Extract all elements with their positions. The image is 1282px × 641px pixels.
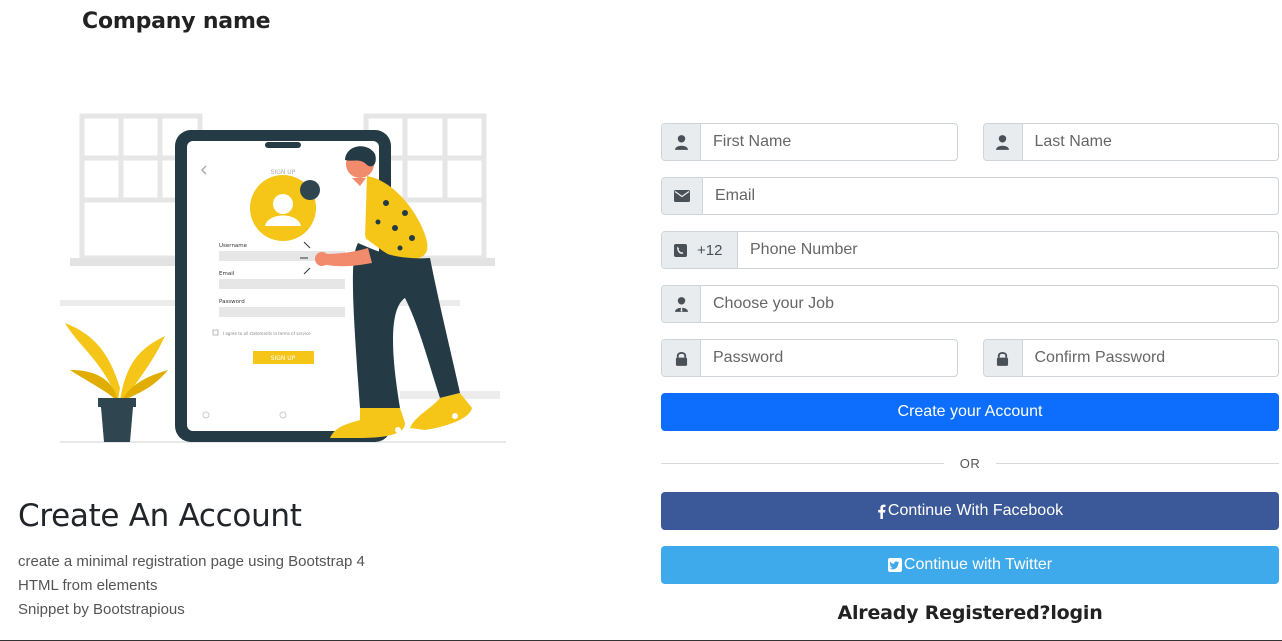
- registration-form: +12 Create your Account OR: [661, 123, 1279, 624]
- confirm-password-group: [982, 339, 1279, 377]
- lock-icon: [983, 340, 1023, 376]
- name-row: [661, 123, 1279, 161]
- or-label: OR: [959, 455, 981, 471]
- first-name-input[interactable]: [701, 124, 957, 160]
- illus-username-label: Username: [219, 243, 248, 249]
- facebook-button-label: Continue With Facebook: [887, 502, 1064, 519]
- twitter-button[interactable]: Continue with Twitter: [661, 546, 1279, 584]
- job-row: [661, 285, 1279, 323]
- phone-row: +12: [661, 231, 1279, 269]
- divider-line: [661, 462, 944, 464]
- confirm-password-input[interactable]: [1022, 340, 1278, 376]
- login-prompt: Already Registered?login: [661, 602, 1279, 624]
- phone-group: +12: [661, 231, 1279, 269]
- phone-prefix: +12: [662, 232, 738, 268]
- facebook-button[interactable]: Continue With Facebook: [661, 492, 1279, 530]
- divider-line: [996, 462, 1279, 464]
- intro-section: Create An Account create a minimal regis…: [18, 498, 578, 622]
- last-name-input[interactable]: [1022, 124, 1278, 160]
- twitter-button-label: Continue with Twitter: [903, 556, 1053, 573]
- country-code: +12: [697, 241, 723, 259]
- email-input[interactable]: [703, 178, 1278, 214]
- page-title: Create An Account: [18, 498, 302, 534]
- email-group: [661, 177, 1279, 215]
- facebook-icon: [878, 504, 886, 519]
- phone-icon: [674, 243, 687, 257]
- signup-illustration: SIGN UP Username Email Password I agree …: [60, 113, 506, 443]
- plant-graphic: [65, 323, 168, 442]
- create-account-button[interactable]: Create your Account: [661, 393, 1279, 431]
- password-group: [661, 339, 958, 377]
- illus-password-label: Password: [219, 299, 245, 305]
- intro-line-1: create a minimal registration page using…: [18, 553, 365, 570]
- intro-line-3: Snippet by Bootstrapious: [18, 601, 185, 618]
- user-icon: [983, 124, 1023, 160]
- job-group: [661, 285, 1279, 323]
- password-input[interactable]: [701, 340, 957, 376]
- first-name-group: [661, 123, 958, 161]
- last-name-group: [982, 123, 1279, 161]
- or-divider: OR: [661, 453, 1279, 473]
- illus-screen-title: SIGN UP: [271, 169, 296, 176]
- illus-signup-button: SIGN UP: [271, 355, 296, 362]
- intro-line-2: HTML from elements: [18, 577, 158, 594]
- email-row: [661, 177, 1279, 215]
- illus-agree-text: I agree to all statements in terms of se…: [223, 331, 311, 336]
- lock-icon: [662, 340, 701, 376]
- illus-email-label: Email: [219, 271, 235, 277]
- twitter-icon: [887, 558, 902, 572]
- envelope-icon: [662, 178, 703, 214]
- user-tie-icon: [662, 286, 701, 322]
- phone-input[interactable]: [738, 232, 1278, 268]
- login-link[interactable]: Already Registered?login: [837, 602, 1102, 624]
- job-select[interactable]: [701, 286, 1278, 322]
- user-icon: [662, 124, 701, 160]
- company-brand[interactable]: Company name: [82, 9, 271, 34]
- password-row: [661, 339, 1279, 377]
